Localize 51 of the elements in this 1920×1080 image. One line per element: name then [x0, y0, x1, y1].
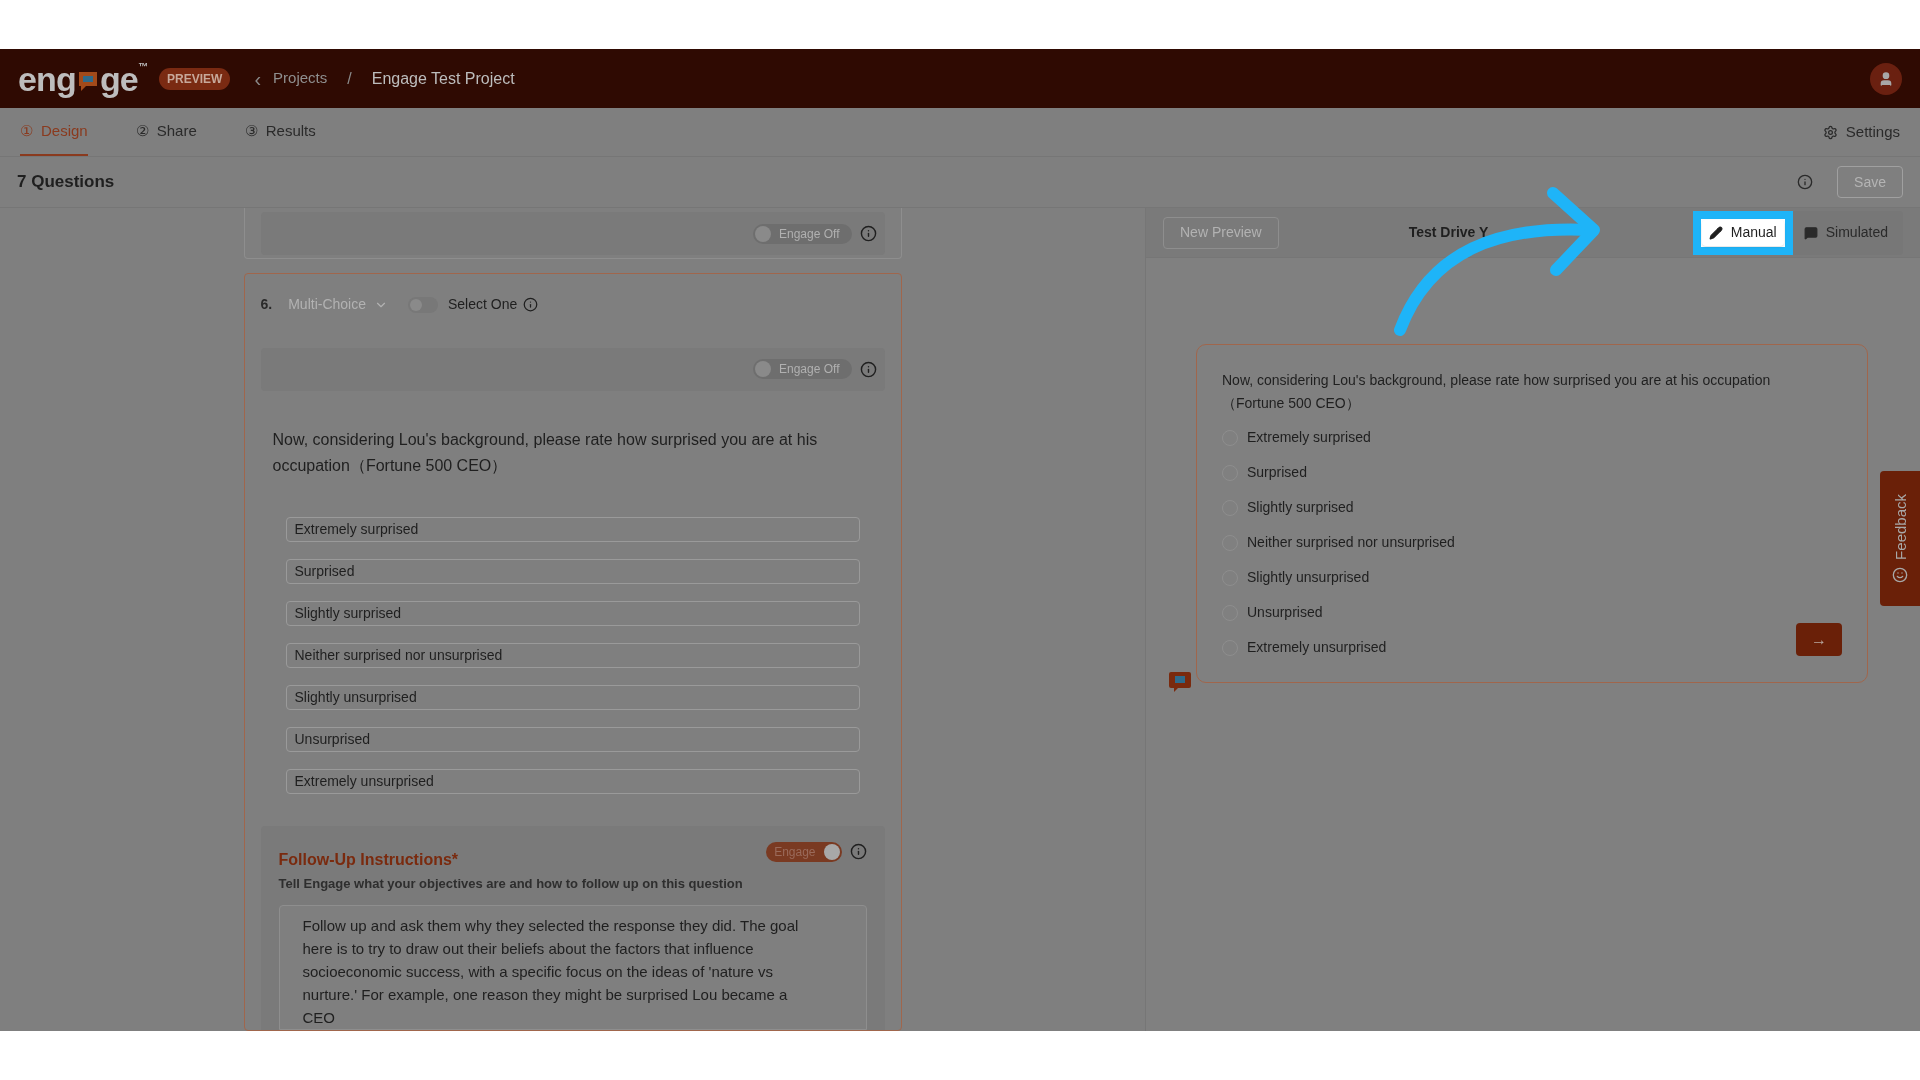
breadcrumb-item[interactable]: Projects — [273, 67, 328, 90]
option-field[interactable]: Slightly surprised — [285, 600, 860, 626]
info-icon — [849, 843, 867, 860]
instructions-field[interactable]: Follow up and ask them why they selected the response they did. The goal here is to try to draw out their beliefs about the factors that influence socioeconomic success, with a specific focus on the ideas of 'nature vs nurture.' For example, one reason they might be surprised Lou became a CEO — [278, 905, 867, 1030]
follow-up-description: Tell Engage what your objectives are and how to follow up on this question — [278, 874, 744, 893]
radio-option[interactable]: Surprised — [1222, 462, 1307, 483]
smile-icon — [1892, 567, 1908, 584]
preview-question-text: Now, considering Lou's background, please rate how surprised you are at his occupation（Fortune 500 CEO） — [1222, 371, 1772, 413]
settings-icon — [1822, 124, 1838, 140]
chat-icon — [1803, 225, 1818, 240]
radio-option[interactable]: Extremely surprised — [1222, 427, 1371, 448]
preview-title: Test Drive Y — [1408, 223, 1489, 242]
option-field[interactable]: Surprised — [285, 558, 860, 584]
radio-option[interactable]: Slightly unsurprised — [1222, 567, 1370, 588]
settings-button[interactable]: Settings — [1822, 108, 1900, 156]
option-field[interactable]: Slightly unsurprised — [285, 684, 860, 710]
logo: eng ge™ — [18, 61, 148, 96]
radio-option[interactable]: Slightly surprised — [1222, 497, 1354, 518]
radio-option[interactable]: Extremely unsurprised — [1222, 637, 1387, 658]
question-number: 6. — [260, 295, 273, 314]
breadcrumb-item: Engage Test Project — [371, 68, 515, 89]
feedback-tab[interactable]: Feedback — [1880, 471, 1920, 606]
follow-up-title: Follow-Up Instructions* — [278, 849, 459, 870]
pencil-icon — [1708, 225, 1723, 240]
avatar[interactable] — [1870, 62, 1902, 95]
info-icon — [859, 360, 877, 378]
mode-tab[interactable]: Simulated — [1796, 219, 1895, 246]
option-field[interactable]: Extremely unsurprised — [285, 768, 860, 794]
radio-option[interactable]: Unsurprised — [1222, 602, 1323, 623]
option-field[interactable]: Extremely surprised — [285, 516, 860, 542]
chat-bubble-icon — [76, 69, 99, 94]
mode-tab[interactable]: Manual — [1701, 219, 1784, 246]
select-one-label: Select One — [448, 295, 518, 314]
back-chevron[interactable]: ‹ — [254, 63, 262, 94]
next-button[interactable]: → — [1796, 623, 1842, 656]
option-field[interactable]: Neither surprised nor unsurprised — [285, 642, 860, 668]
info-icon — [1797, 174, 1814, 190]
breadcrumb-separator: / — [347, 68, 352, 89]
radio-option[interactable]: Neither surprised nor unsurprised — [1222, 532, 1455, 553]
question-text: Now, considering Lou's background, please rate how surprised you are at his occupation（Fortune 500 CEO） — [271, 429, 819, 476]
engage-toggle[interactable]: Engage Off — [753, 359, 852, 379]
info-icon — [523, 297, 539, 312]
questions-count: 7 Questions — [17, 171, 115, 194]
engage-toggle[interactable]: Engage Off — [753, 223, 852, 244]
tab[interactable]: ② Share — [135, 108, 197, 156]
info-icon — [859, 225, 877, 242]
chat-bubble-icon[interactable] — [1168, 670, 1192, 694]
tab[interactable]: ③ Results — [244, 108, 316, 156]
user-icon — [1878, 70, 1894, 87]
option-field[interactable]: Unsurprised — [285, 726, 860, 752]
preview-badge: PREVIEW — [159, 67, 231, 90]
